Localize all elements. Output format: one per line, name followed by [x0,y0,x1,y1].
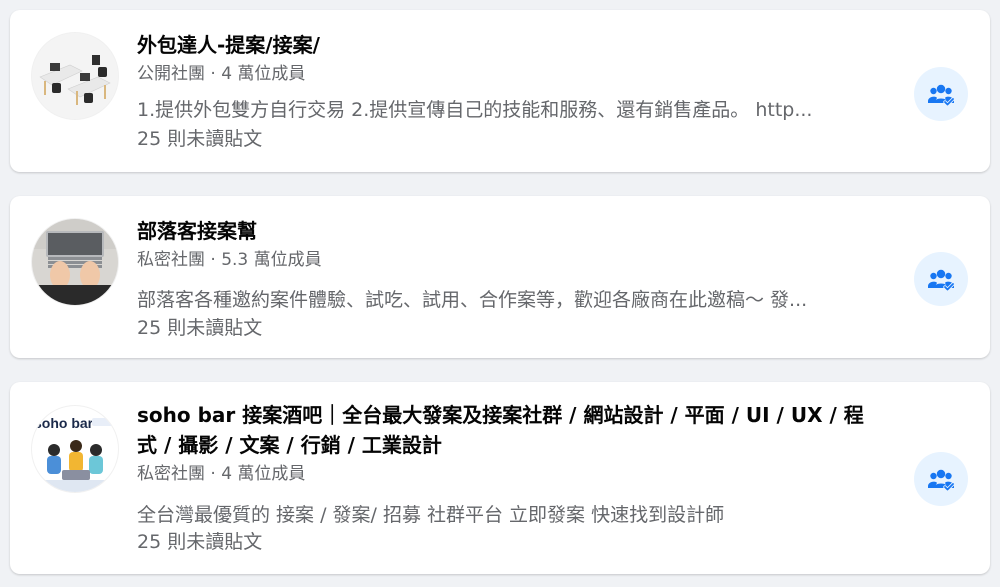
group-joined-icon [928,269,955,292]
group-avatar[interactable] [32,33,118,119]
group-card[interactable]: 部落客接案幫 私密社團 · 5.3 萬位成員 部落客各種邀約案件體驗、試吃、試用… [10,196,990,358]
group-meta: 私密社團 · 5.3 萬位成員 [137,250,322,270]
soho-bar-logo-text: soho bar [34,415,94,431]
group-name[interactable]: 外包達人-提案/接案/ [137,30,880,60]
group-description: 1.提供外包雙方自行交易 2.提供宣傳自己的技能和服務、還有銷售產品。 http… [137,99,813,121]
group-avatar[interactable] [32,219,118,305]
laptop-typing-image [32,219,118,305]
group-joined-icon [928,469,955,492]
group-card[interactable]: 外包達人-提案/接案/ 公開社團 · 4 萬位成員 1.提供外包雙方自行交易 2… [10,10,990,172]
group-name[interactable]: 部落客接案幫 [137,216,880,246]
group-joined-icon [928,84,955,107]
group-description: 全台灣最優質的 接案 / 發案/ 招募 社群平台 立即發案 快速找到設計師 [137,504,725,526]
joined-group-button[interactable] [914,252,968,306]
office-desks-image [32,33,118,119]
unread-posts: 25 則未讀貼文 [137,128,263,150]
joined-group-button[interactable] [914,67,968,121]
group-meta: 公開社團 · 4 萬位成員 [137,64,306,84]
group-name[interactable]: soho bar 接案酒吧｜全台最大發案及接案社群 / 網站設計 / 平面 / … [137,400,880,460]
group-card[interactable]: soho bar soho bar 接案酒吧｜全台最大發案及接案社群 / 網站設… [10,382,990,574]
soho-bar-logo-image: soho bar [32,406,118,492]
group-avatar[interactable]: soho bar [32,406,118,492]
unread-posts: 25 則未讀貼文 [137,317,263,339]
joined-group-button[interactable] [914,452,968,506]
group-meta: 私密社團 · 4 萬位成員 [137,464,306,484]
unread-posts: 25 則未讀貼文 [137,531,263,553]
group-description: 部落客各種邀約案件體驗、試吃、試用、合作案等，歡迎各廠商在此邀稿～ 發... [137,289,808,311]
